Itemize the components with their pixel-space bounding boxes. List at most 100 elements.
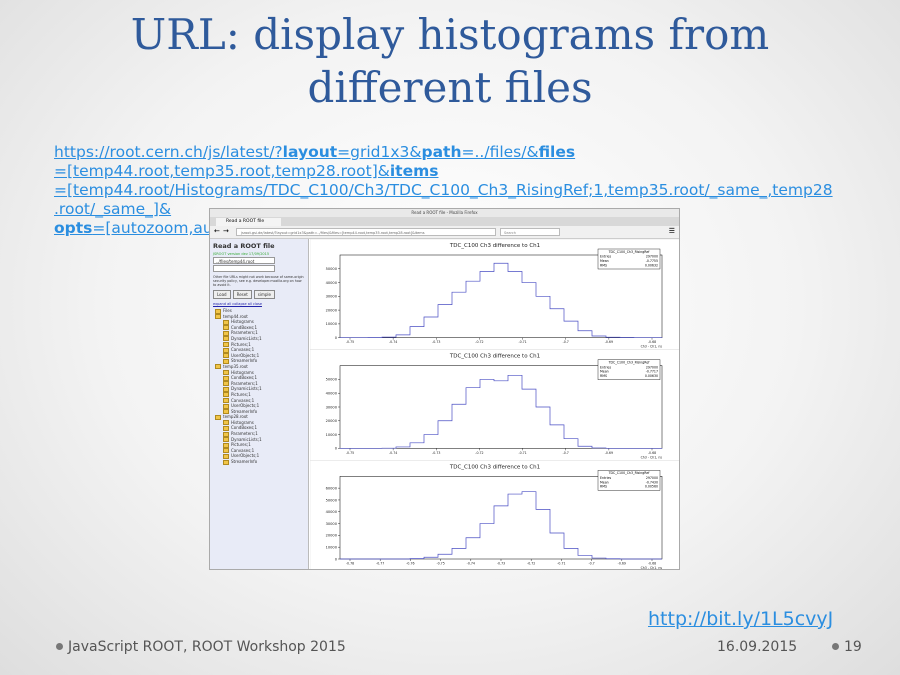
stats-key: Mean [600, 259, 609, 263]
tree-links[interactable]: expand all collapse all close [213, 302, 305, 306]
tab-read-root-file[interactable]: Read a ROOT file [216, 218, 281, 226]
url-line[interactable]: https://root.cern.ch/js/latest/?layout=g… [54, 143, 854, 162]
x-tick-label: -0.74 [467, 562, 475, 566]
y-tick-label: 20000 [326, 308, 338, 312]
x-tick-label: -0.78 [346, 562, 354, 566]
stats-value: 297000 [646, 255, 658, 259]
folder-icon [223, 347, 229, 353]
tree-item-label: DynamicLists;1 [231, 386, 262, 392]
url-text[interactable]: .root/_same_]& [54, 200, 171, 218]
url-line[interactable]: =[temp44.root,temp35.root,temp28.root]&i… [54, 162, 854, 181]
tree-item-label: Parameters;1 [231, 380, 258, 386]
x-tick-label: -0.69 [618, 562, 626, 566]
stats-key: Entries [600, 255, 611, 259]
title-line-1: URL: display histograms from [130, 10, 770, 59]
x-tick-label: -0.73 [432, 340, 440, 344]
file-select[interactable] [213, 265, 275, 272]
slide-title: URL: display histograms from different f… [0, 8, 900, 114]
url-line[interactable]: =[temp44.root/Histograms/TDC_C100/Ch3/TD… [54, 181, 854, 200]
url-text[interactable]: https://root.cern.ch/js/latest/? [54, 143, 283, 161]
navigation-bar: ← → jsroot.gsi.de/latest/?layout=grid1x3… [210, 226, 679, 239]
y-tick-label: 20000 [326, 419, 338, 423]
tree-item-label: temp28.root [223, 414, 248, 420]
stats-name: TDC_C100_Ch3_RisingRef [608, 250, 651, 254]
histogram-title: TDC_C100 Ch3 difference to Ch1 [449, 243, 540, 249]
forward-icon[interactable]: → [223, 227, 229, 235]
tree-item[interactable]: StreamerInfo [213, 459, 305, 465]
tree-item-label: Canvases;1 [231, 397, 255, 403]
url-param-key[interactable]: opts [54, 219, 92, 237]
url-param-key[interactable]: items [390, 162, 439, 180]
url-text[interactable]: =../files/& [462, 143, 539, 161]
tree-item-label: CondBoxes;1 [231, 324, 258, 330]
x-tick-label: -0.7 [563, 340, 569, 344]
url-param-key[interactable]: layout [283, 143, 338, 161]
y-tick-label: 40000 [326, 281, 338, 285]
x-tick-label: -0.74 [389, 340, 397, 344]
x-tick-label: -0.75 [436, 562, 444, 566]
tree-item-label: StreamerInfo [231, 459, 258, 465]
panel-button-load[interactable]: Load [213, 290, 231, 299]
tree-item-label: Histograms [231, 369, 254, 375]
folder-icon [223, 403, 229, 409]
panel-button-simple[interactable]: simple [253, 290, 275, 299]
tree-item-label: DynamicLists;1 [231, 436, 262, 442]
footer-title: JavaScript ROOT, ROOT Workshop 2015 [68, 639, 346, 655]
histogram-canvas: TDC_C100 Ch3 difference to Ch10100002000… [310, 239, 679, 569]
tree-item-label: StreamerInfo [231, 408, 258, 414]
folder-icon [215, 414, 221, 420]
stats-key: Entries [600, 476, 611, 480]
folder-icon [223, 336, 229, 342]
stats-value: -0.7430 [646, 480, 658, 484]
file-browser-panel: Read a ROOT file JSROOT version dev 17/0… [210, 239, 309, 569]
file-tree: Files temp44.root Histograms CondBoxes;1 Par… [213, 308, 305, 465]
y-tick-label: 20000 [326, 534, 338, 538]
x-tick-label: -0.71 [518, 340, 526, 344]
x-tick-label: -0.71 [518, 451, 526, 455]
stats-key: Mean [600, 370, 609, 374]
x-axis-label: Ch3 - Ch1, ns [641, 455, 663, 459]
stats-key: RMS [600, 485, 607, 489]
tree-item-label: CondBoxes;1 [231, 375, 258, 381]
x-tick-label: -0.76 [406, 562, 414, 566]
x-tick-label: -0.72 [475, 451, 483, 455]
x-tick-label: -0.75 [346, 451, 354, 455]
tree-item-label: Canvases;1 [231, 447, 255, 453]
stats-name: TDC_C100_Ch3_RisingRef [608, 471, 651, 475]
stats-value: 0.00630 [645, 374, 658, 378]
short-link[interactable]: http://bit.ly/1L5cvyJ [648, 608, 833, 630]
tab-strip: Read a ROOT file [210, 217, 679, 226]
file-input[interactable]: ../files/temp44.root [213, 257, 275, 264]
tree-item-label: Canvases;1 [231, 347, 255, 353]
menu-icon[interactable]: ☰ [669, 227, 675, 235]
x-tick-label: -0.68 [648, 340, 656, 344]
stats-value: 297000 [646, 365, 658, 369]
y-tick-label: 60000 [326, 486, 338, 490]
stats-name: TDC_C100_Ch3_RisingRef [608, 360, 651, 364]
search-box[interactable]: Search [500, 228, 560, 236]
tree-item-label: temp35.root [223, 363, 248, 369]
tree-item-label: Parameters;1 [231, 431, 258, 437]
back-icon[interactable]: ← [214, 227, 220, 235]
histogram-title: TDC_C100 Ch3 difference to Ch1 [449, 354, 540, 360]
folder-icon [223, 319, 229, 325]
bullet-icon [56, 643, 63, 650]
stats-key: Entries [600, 365, 611, 369]
y-tick-label: 30000 [326, 295, 338, 299]
url-text[interactable]: =[temp44.root/Histograms/TDC_C100/Ch3/TD… [54, 181, 833, 199]
stats-value: -0.7717 [646, 370, 658, 374]
stats-value: 297000 [646, 476, 658, 480]
y-tick-label: 50000 [326, 378, 338, 382]
y-tick-label: 10000 [326, 322, 338, 326]
x-tick-label: -0.74 [389, 451, 397, 455]
url-text[interactable]: =[temp44.root,temp35.root,temp28.root]& [54, 162, 390, 180]
tree-item-label: Pictures;1 [231, 341, 251, 347]
url-param-key[interactable]: files [539, 143, 576, 161]
address-bar[interactable]: jsroot.gsi.de/latest/?layout=grid1x3&pat… [236, 228, 496, 236]
url-text[interactable]: =grid1x3& [337, 143, 421, 161]
panel-button-reset[interactable]: Reset [232, 290, 252, 299]
folder-icon [223, 431, 229, 437]
origin-note: Other file URLs might not work because o… [213, 275, 304, 287]
url-param-key[interactable]: path [422, 143, 462, 161]
x-tick-label: -0.73 [432, 451, 440, 455]
